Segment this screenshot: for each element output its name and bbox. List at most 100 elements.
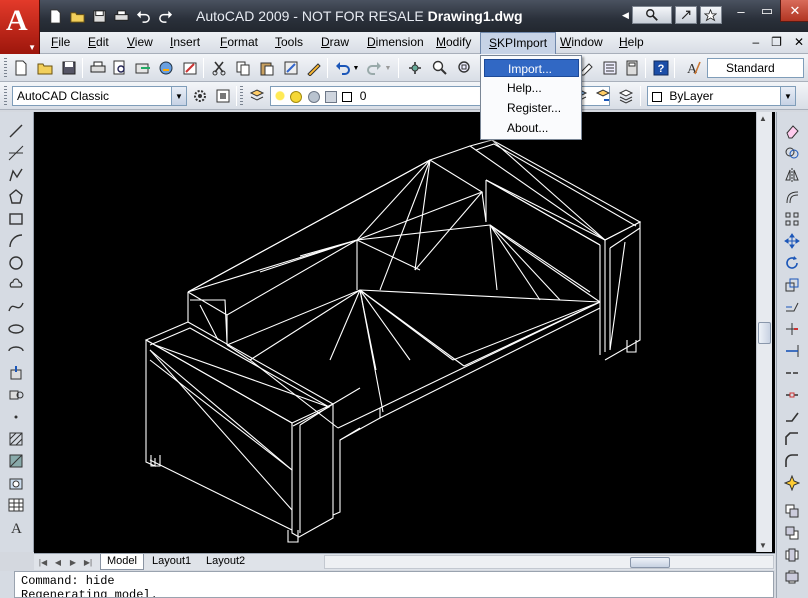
layer-properties-icon[interactable] (247, 87, 266, 105)
qnew-icon[interactable] (11, 59, 30, 77)
layer-previous-icon[interactable] (593, 87, 612, 105)
table-icon[interactable] (7, 496, 25, 514)
plot-preview-icon[interactable] (110, 59, 129, 77)
menu-item-register[interactable]: Register... (484, 99, 579, 117)
draw-order-above-icon[interactable] (783, 546, 801, 564)
extend-icon[interactable] (783, 342, 801, 360)
construction-line-icon[interactable] (7, 144, 25, 162)
save-icon[interactable] (90, 8, 109, 25)
scroll-up-icon[interactable]: ▲ (759, 114, 767, 123)
workspace-save-icon[interactable] (213, 87, 232, 105)
minimize-button[interactable]: ‒ (728, 0, 754, 22)
circle-icon[interactable] (7, 254, 25, 272)
open-icon[interactable] (35, 59, 54, 77)
doc-restore-button[interactable]: ❐ (771, 35, 782, 49)
menu-edit[interactable]: Edit (88, 35, 109, 49)
menu-item-import[interactable]: Import... (484, 59, 579, 77)
polygon-icon[interactable] (7, 188, 25, 206)
menu-item-about[interactable]: About... (484, 119, 579, 137)
next-tab-icon[interactable]: ▶ (66, 555, 80, 569)
multiline-text-icon[interactable]: A (7, 518, 25, 536)
scale-icon[interactable] (783, 276, 801, 294)
gradient-icon[interactable] (7, 452, 25, 470)
horizontal-scroll-thumb[interactable] (630, 557, 670, 568)
3d-dwf-icon[interactable] (156, 59, 175, 77)
line-icon[interactable] (7, 122, 25, 140)
toolbar-grip[interactable] (240, 86, 243, 106)
stretch-icon[interactable] (783, 298, 801, 316)
offset-icon[interactable] (783, 188, 801, 206)
help-icon[interactable]: ? (651, 59, 670, 77)
draw-order-front-icon[interactable] (783, 502, 801, 520)
tab-model[interactable]: Model (100, 554, 144, 570)
cut-icon[interactable] (209, 59, 228, 77)
workspace-combo[interactable]: AutoCAD Classic ▼ (12, 86, 187, 106)
rectangle-icon[interactable] (7, 210, 25, 228)
toolbar-grip[interactable] (4, 86, 7, 106)
match-properties-icon[interactable] (281, 59, 300, 77)
menu-view[interactable]: View (127, 35, 153, 49)
redo-icon[interactable] (156, 8, 175, 25)
doc-minimize-button[interactable]: ‒ (752, 35, 759, 49)
region-icon[interactable] (7, 474, 25, 492)
menu-draw[interactable]: Draw (321, 35, 349, 49)
zoom-realtime-icon[interactable] (430, 59, 449, 77)
quickcalc-icon[interactable] (622, 59, 641, 77)
arc-icon[interactable] (7, 232, 25, 250)
menu-format[interactable]: Format (220, 35, 258, 49)
menu-skpimport[interactable]: SKPImport (480, 32, 557, 54)
first-tab-icon[interactable]: |◀ (36, 555, 50, 569)
mirror-icon[interactable] (783, 166, 801, 184)
menu-tools[interactable]: Tools (275, 35, 303, 49)
menu-item-help[interactable]: Help... (484, 79, 579, 97)
draw-order-back-icon[interactable] (783, 524, 801, 542)
undo-dropdown-icon[interactable]: ▼ (352, 59, 360, 77)
redo-dropdown-icon[interactable]: ▼ (384, 59, 392, 77)
polyline-icon[interactable] (7, 166, 25, 184)
erase-icon[interactable] (783, 122, 801, 140)
paste-icon[interactable] (257, 59, 276, 77)
layer-state-icon[interactable] (616, 87, 635, 105)
horizontal-scrollbar[interactable] (324, 555, 774, 569)
spline-icon[interactable] (7, 298, 25, 316)
break-at-point-icon[interactable] (783, 364, 801, 382)
copy-object-icon[interactable] (783, 144, 801, 162)
draw-order-below-icon[interactable] (783, 568, 801, 586)
close-button[interactable]: ✕ (780, 0, 808, 22)
last-tab-icon[interactable]: ▶| (81, 555, 95, 569)
tab-layout1[interactable]: Layout1 (146, 554, 197, 570)
chamfer-icon[interactable] (783, 430, 801, 448)
fillet-icon[interactable] (783, 452, 801, 470)
command-line-window[interactable]: Command: hide Regenerating model. (14, 571, 774, 598)
communication-center-icon[interactable] (674, 6, 697, 24)
hatch-icon[interactable] (7, 430, 25, 448)
toolbar-grip[interactable] (4, 58, 7, 78)
copy-icon[interactable] (233, 59, 252, 77)
trim-icon[interactable] (783, 320, 801, 338)
explode-icon[interactable] (783, 474, 801, 492)
text-style-combo[interactable]: Standard (707, 58, 804, 78)
plot-icon[interactable] (88, 59, 107, 77)
undo-icon[interactable] (134, 8, 153, 25)
vertical-scroll-thumb[interactable] (758, 322, 771, 344)
vertical-scrollbar[interactable]: ▲ ▼ (756, 112, 772, 552)
ellipse-icon[interactable] (7, 320, 25, 338)
publish-icon[interactable] (133, 59, 152, 77)
menu-file[interactable]: File (51, 35, 70, 49)
scroll-down-icon[interactable]: ▼ (759, 541, 767, 550)
text-style-icon[interactable]: A (683, 59, 702, 77)
ellipse-arc-icon[interactable] (7, 342, 25, 360)
etransmit-icon[interactable] (180, 59, 199, 77)
open-icon[interactable] (68, 8, 87, 25)
move-icon[interactable] (783, 232, 801, 250)
menu-window[interactable]: Window (560, 35, 603, 49)
make-block-icon[interactable] (7, 386, 25, 404)
doc-close-button[interactable]: ✕ (794, 35, 804, 49)
color-control-combo[interactable]: ByLayer ▼ (647, 86, 796, 106)
insert-block-icon[interactable] (7, 364, 25, 382)
favorites-star-icon[interactable] (699, 6, 722, 24)
workspace-settings-icon[interactable] (190, 87, 209, 105)
prev-tab-icon[interactable]: ◀ (51, 555, 65, 569)
block-editor-icon[interactable] (304, 59, 323, 77)
new-icon[interactable] (46, 8, 65, 25)
